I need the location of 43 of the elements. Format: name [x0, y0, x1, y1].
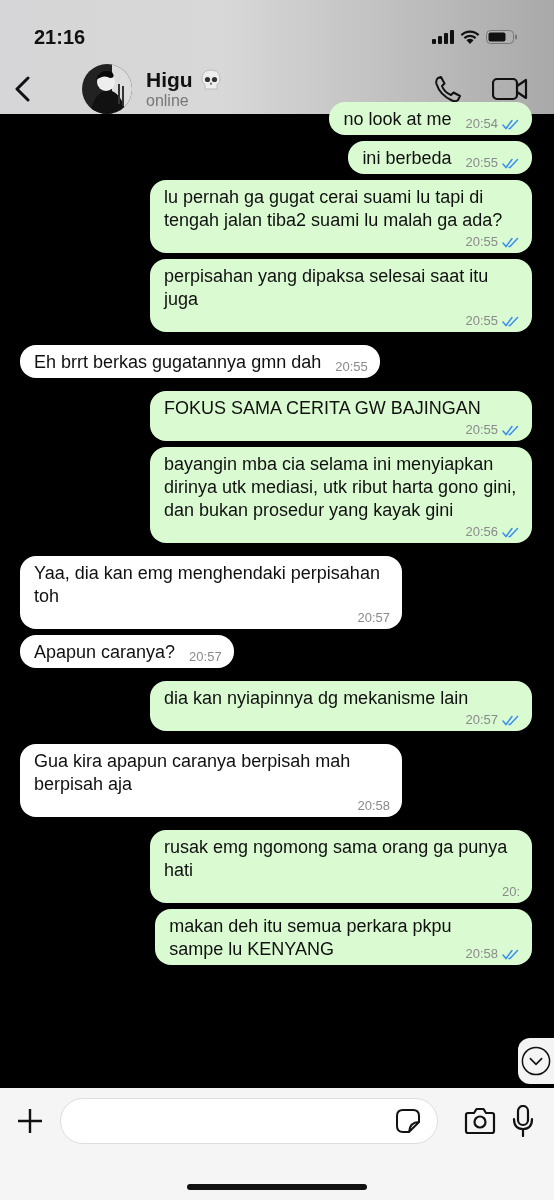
- message-time: 20:57: [189, 650, 222, 664]
- contact-status: online: [146, 92, 190, 110]
- contact-name[interactable]: Higu: [146, 68, 193, 92]
- chevron-down-icon: [521, 1046, 551, 1076]
- message-time: 20:54: [465, 117, 498, 131]
- microphone-icon[interactable]: [512, 1105, 534, 1137]
- battery-icon: [486, 30, 518, 44]
- message-time: 20:55: [465, 314, 498, 328]
- message-time: 20:56: [465, 525, 498, 539]
- phone-call-icon[interactable]: [434, 75, 462, 103]
- message-text: bayangin mba cia selama ini menyiapkan dirinya utk mediasi, utk ribut harta gono gini, dan bukan prosedur yang kayak gini: [164, 453, 518, 522]
- camera-icon[interactable]: [464, 1107, 496, 1135]
- message-text: ini berbeda: [362, 147, 452, 170]
- message-time: 20:58: [357, 799, 390, 813]
- message-time: 20:55: [465, 423, 498, 437]
- message-text: dia kan nyiapinnya dg mekanisme lain: [164, 687, 469, 710]
- message-text: no look at me: [343, 108, 452, 131]
- video-call-icon[interactable]: [492, 77, 528, 101]
- plus-icon[interactable]: [16, 1107, 44, 1135]
- message-time: 20:58: [465, 947, 498, 961]
- wifi-icon: [460, 30, 480, 44]
- message-text: lu pernah ga gugat cerai suami lu tapi di tengah jalan tiba2 suami lu malah ga ada?: [164, 186, 504, 232]
- message-text: rusak emg ngomong sama orang ga punya hati: [164, 836, 509, 882]
- signal-icon: [432, 30, 454, 44]
- message-text: Gua kira apapun caranya berpisah mah berpisah aja: [34, 750, 352, 796]
- back-icon[interactable]: [14, 76, 30, 102]
- message-text: makan deh itu semua perkara pkpu sampe lu KENYANG: [169, 915, 452, 961]
- message-time: 20:55: [465, 156, 498, 170]
- status-time: 21:16: [34, 25, 86, 49]
- skull-icon: [200, 69, 221, 91]
- message-time: 20:: [501, 885, 520, 899]
- message-time: 20:55: [465, 235, 498, 249]
- message-text: FOKUS SAMA CERITA GW BAJINGAN: [164, 397, 481, 420]
- message-time: 20:57: [465, 713, 498, 727]
- message-text: Yaa, dia kan emg menghendaki perpisahan toh: [34, 562, 381, 608]
- scroll-down-button[interactable]: [518, 1038, 554, 1084]
- message-text: Eh brrt berkas gugatannya gmn dah: [34, 351, 322, 374]
- message-input[interactable]: [60, 1098, 438, 1144]
- message-text: Apapun caranya?: [34, 641, 176, 664]
- message-time: 20:57: [357, 611, 390, 625]
- message-text: perpisahan yang dipaksa selesai saat itu juga: [164, 265, 490, 311]
- message-time: 20:55: [335, 360, 368, 374]
- sticker-icon[interactable]: [395, 1108, 421, 1134]
